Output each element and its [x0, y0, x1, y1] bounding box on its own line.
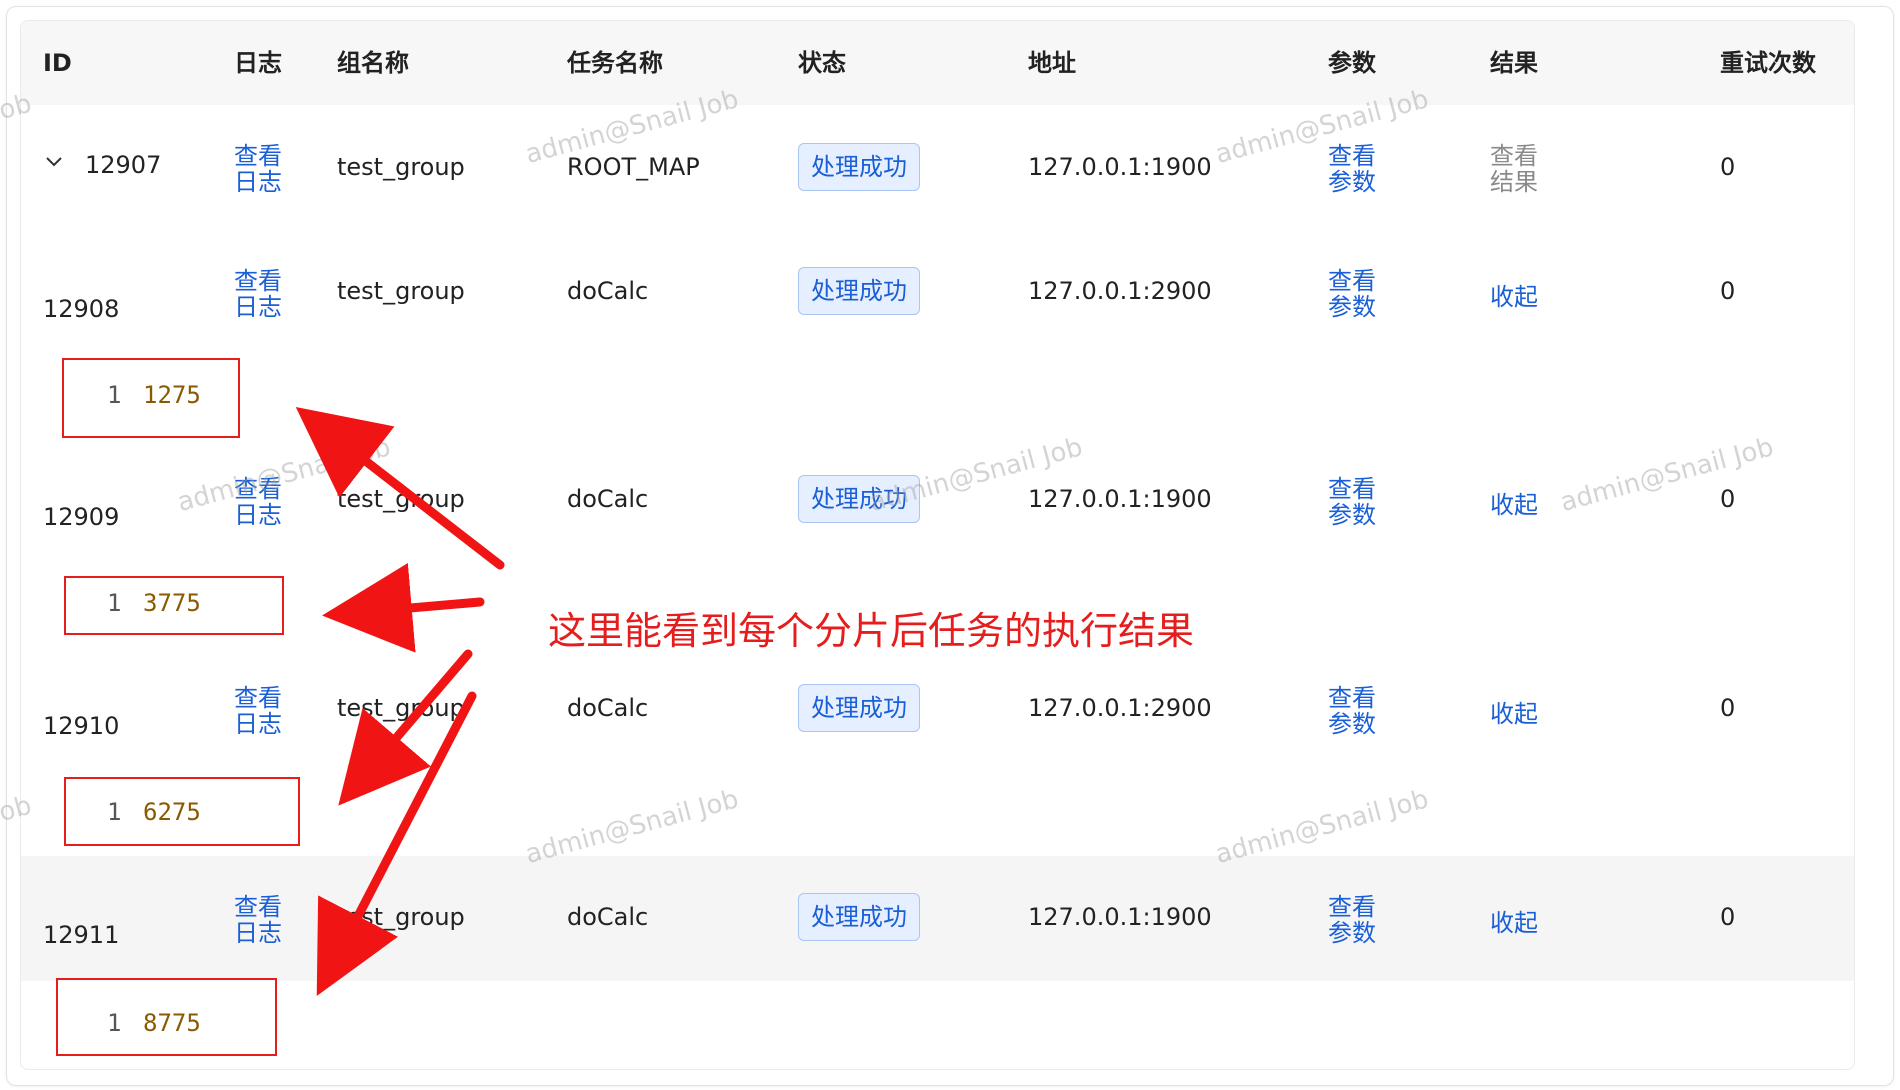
annotation-arrows: [295, 406, 505, 996]
annotation-text: 这里能看到每个分片后任务的执行结果: [540, 600, 1203, 655]
arrow-to-3775: [322, 563, 485, 653]
arrow-to-6275: [338, 649, 473, 806]
arrow-to-1275: [295, 406, 505, 570]
